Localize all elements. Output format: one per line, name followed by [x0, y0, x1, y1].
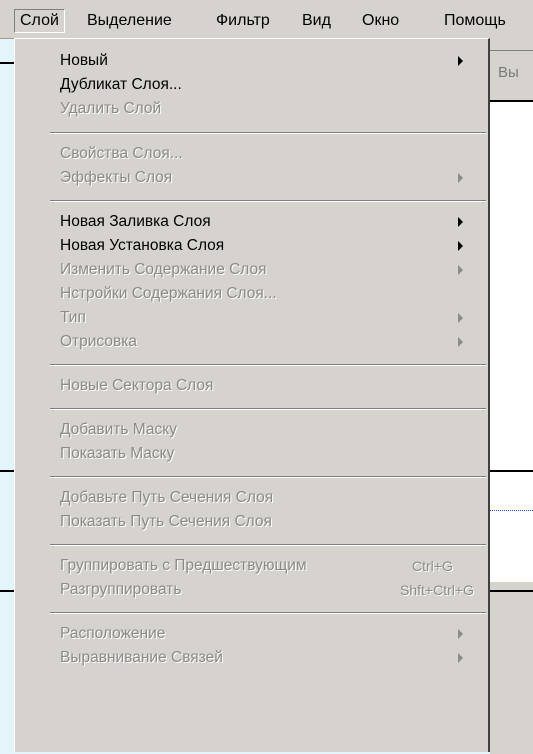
menu-bar: Слой Выделение Фильтр Вид Окно Помощь: [0, 0, 533, 39]
submenu-arrow-icon: [458, 313, 463, 323]
submenu-arrow-icon: [458, 241, 463, 251]
menu-item-duplicate-layer[interactable]: Дубликат Слоя...: [60, 74, 182, 96]
menu-item-new[interactable]: Новый: [60, 50, 108, 72]
menubar-help[interactable]: Помощь: [439, 9, 511, 33]
menu-item-add-mask[interactable]: Добавить Маску: [60, 419, 177, 441]
menu-separator: [50, 132, 486, 134]
menu-item-content-settings[interactable]: Нстройки Содержания Слоя...: [60, 283, 277, 305]
menubar-selection[interactable]: Выделение: [82, 9, 177, 33]
menu-separator: [50, 408, 486, 410]
background-field: Вы: [489, 50, 533, 94]
menu-item-show-clipping-path[interactable]: Показать Путь Сечения Слоя: [60, 511, 272, 533]
menu-item-new-fill-layer[interactable]: Новая Заливка Слоя: [60, 211, 211, 233]
menu-separator: [50, 544, 486, 546]
background-dotted-line: [490, 510, 533, 511]
menu-item-align-linked[interactable]: Выравнивание Связей: [60, 647, 223, 669]
menu-separator: [50, 476, 486, 478]
background-edge-mark: [0, 470, 14, 472]
menu-separator: [50, 612, 486, 614]
submenu-arrow-icon: [458, 629, 463, 639]
menubar-layer[interactable]: Слой: [14, 9, 65, 33]
background-panel: [490, 470, 533, 582]
menu-item-show-mask[interactable]: Показать Маску: [60, 443, 174, 465]
menu-item-layer-effects[interactable]: Эффекты Слоя: [60, 167, 172, 189]
background-edge-mark: [0, 590, 14, 592]
background-edge-mark: [0, 62, 14, 64]
menu-item-group-with-previous[interactable]: Группировать с Предшествующим: [60, 555, 307, 577]
menu-item-rasterize[interactable]: Отрисовка: [60, 331, 137, 353]
shortcut-label: Ctrl+G: [412, 558, 453, 574]
menu-separator: [50, 200, 486, 202]
submenu-arrow-icon: [458, 217, 463, 227]
submenu-arrow-icon: [458, 265, 463, 275]
menu-item-type[interactable]: Тип: [60, 307, 86, 329]
menu-item-delete-layer[interactable]: Удалить Слой: [60, 98, 161, 120]
background-panel: [490, 100, 533, 472]
menubar-filter[interactable]: Фильтр: [211, 9, 275, 33]
menu-item-add-clipping-path[interactable]: Добавьте Путь Сечения Слоя: [60, 487, 273, 509]
menu-item-layer-properties[interactable]: Свойства Слоя...: [60, 143, 183, 165]
submenu-arrow-icon: [458, 653, 463, 663]
menu-item-new-layer-slices[interactable]: Новые Сектора Слоя: [60, 375, 213, 397]
menu-item-new-adjustment-layer[interactable]: Новая Установка Слоя: [60, 235, 224, 257]
menubar-window[interactable]: Окно: [357, 9, 404, 33]
background-panel: [490, 590, 533, 754]
menu-item-arrange[interactable]: Расположение: [60, 623, 165, 645]
submenu-arrow-icon: [458, 173, 463, 183]
shortcut-label: Shft+Ctrl+G: [400, 582, 474, 598]
menubar-view[interactable]: Вид: [297, 9, 336, 33]
menu-item-change-content[interactable]: Изменить Содержание Слоя: [60, 259, 267, 281]
menu-separator: [50, 364, 486, 366]
submenu-arrow-icon: [458, 56, 463, 66]
menu-item-ungroup[interactable]: Разгруппировать: [60, 579, 181, 601]
submenu-arrow-icon: [458, 337, 463, 347]
